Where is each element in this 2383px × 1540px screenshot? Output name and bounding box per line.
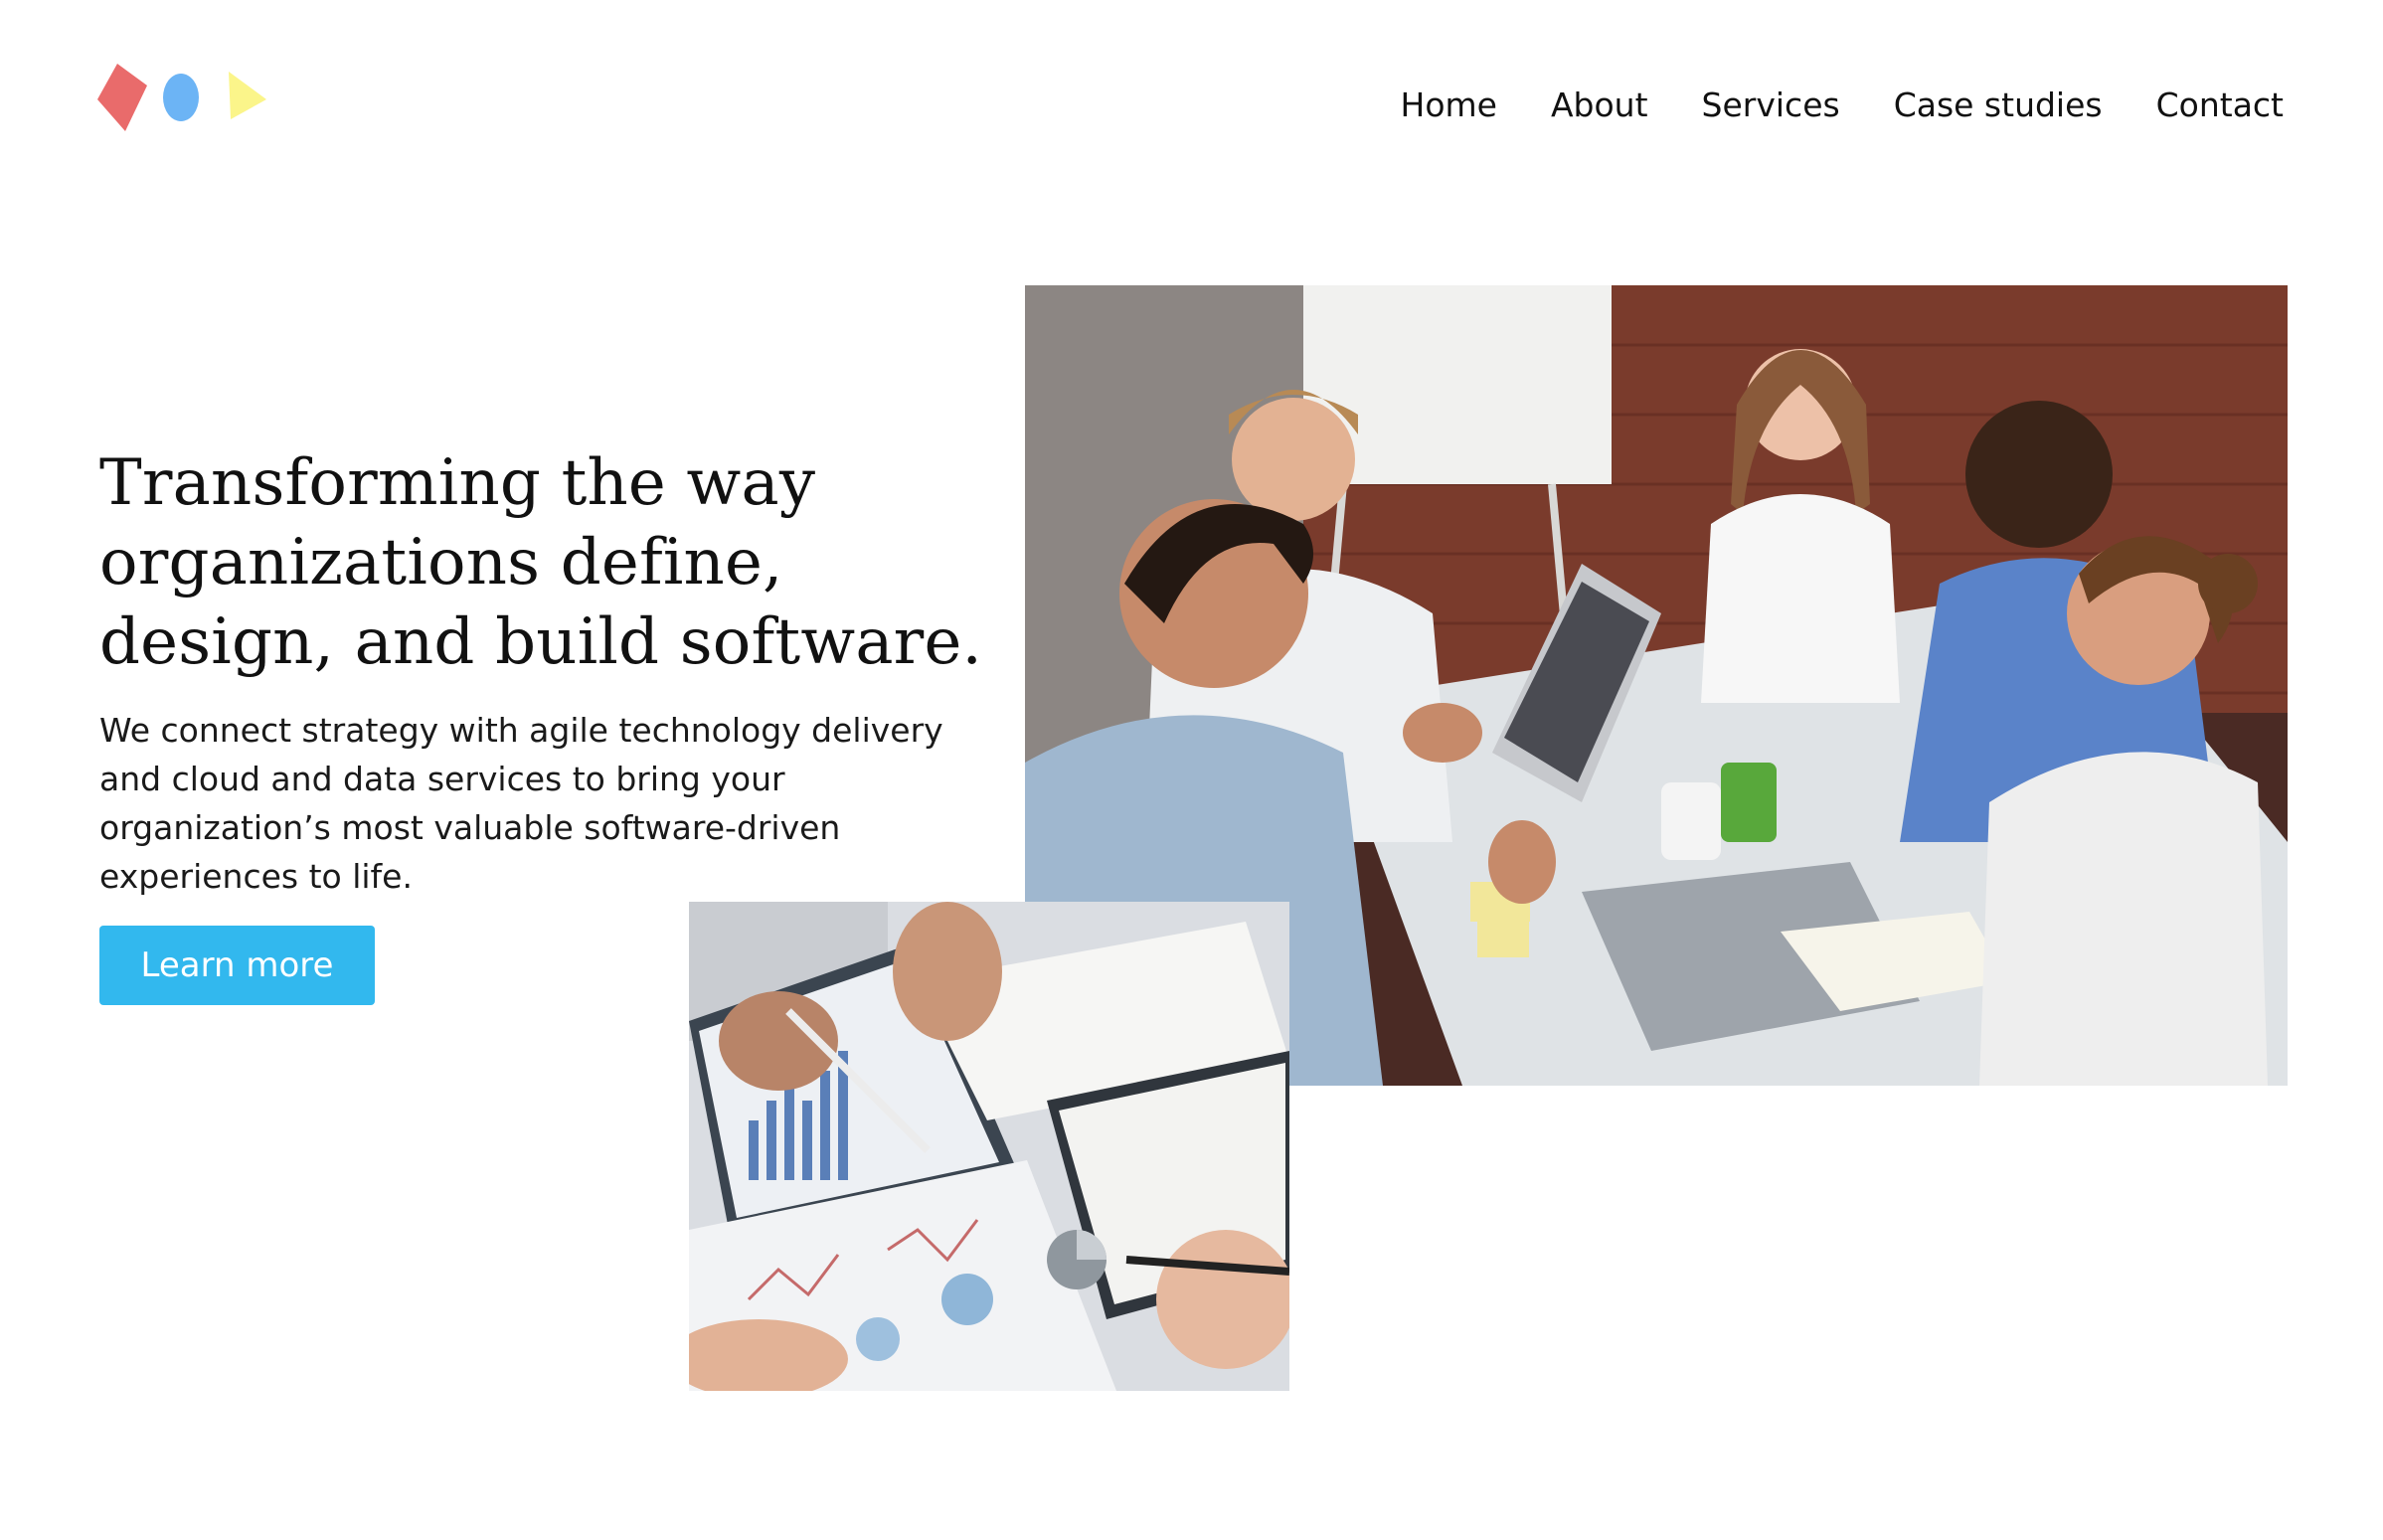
nav-case-studies[interactable]: Case studies <box>1894 86 2103 124</box>
logo-red-diamond-icon <box>97 64 147 131</box>
hero-description: We connect strategy with agile technolog… <box>99 711 943 896</box>
main-nav: Home About Services Case studies Contact <box>1401 80 2285 129</box>
logo[interactable] <box>95 62 274 141</box>
documents-photo <box>689 902 1289 1391</box>
hero-title: Transforming the way organizations defin… <box>99 446 983 679</box>
nav-services[interactable]: Services <box>1702 86 1840 124</box>
nav-contact[interactable]: Contact <box>2156 86 2284 124</box>
logo-yellow-triangle-icon <box>229 72 266 119</box>
nav-about[interactable]: About <box>1551 86 1648 124</box>
logo-blue-oval-icon <box>163 74 199 121</box>
nav-home[interactable]: Home <box>1401 86 1497 124</box>
learn-more-button[interactable]: Learn more <box>99 926 375 1005</box>
